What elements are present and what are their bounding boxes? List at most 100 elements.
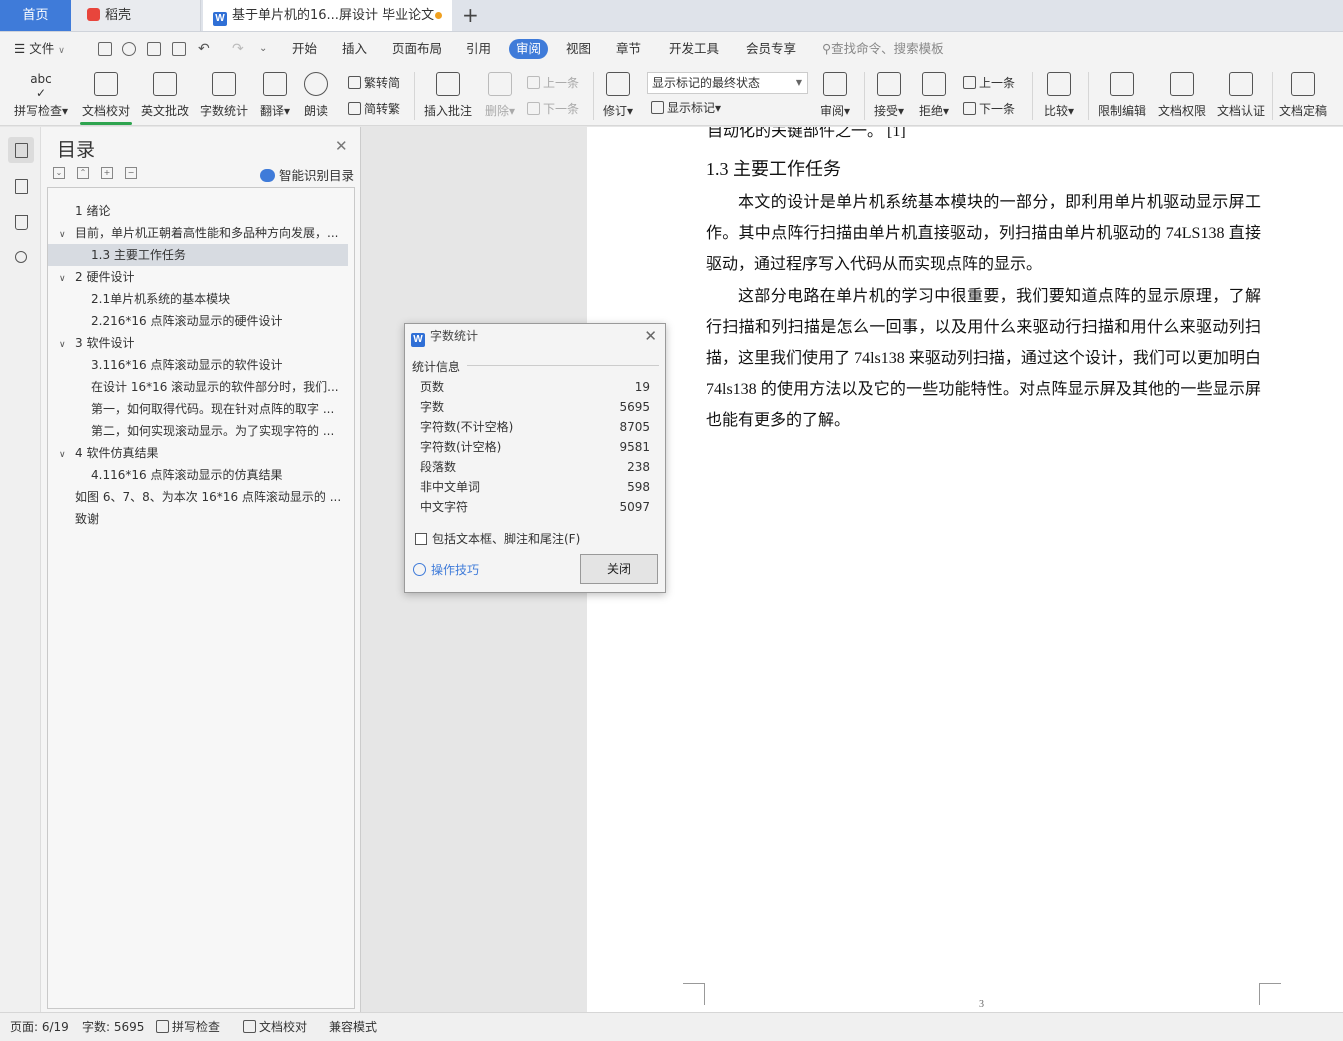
toc-item[interactable]: 2.1单片机系统的基本模块 [48, 288, 348, 310]
include-textbox-checkbox[interactable]: 包括文本框、脚注和尾注(F) [415, 530, 580, 547]
next-comment-button[interactable]: 下一条 [527, 98, 579, 120]
collapse-all-icon[interactable]: ⌄ [53, 167, 65, 179]
show-markup-label: 显示标记 [667, 101, 716, 115]
translate-button[interactable]: 翻译▾ [256, 66, 294, 126]
prev-comment-button[interactable]: 上一条 [527, 72, 579, 94]
delete-comment-label: 删除▾ [484, 104, 516, 118]
tips-link[interactable]: 操作技巧 [413, 561, 479, 578]
toc-item-label: 2 硬件设计 [75, 270, 135, 284]
new-tab-plus-icon[interactable]: + [462, 3, 479, 27]
remove-heading-icon[interactable]: − [125, 167, 137, 179]
compare-button[interactable]: 比较▾ [1040, 66, 1078, 126]
menu-page-layout[interactable]: 页面布局 [392, 32, 442, 66]
toc-item[interactable]: ∨ 3 软件设计 [48, 332, 348, 354]
markup-state-select[interactable]: 显示标记的最终状态 ▼ [647, 72, 808, 94]
read-aloud-button[interactable]: 朗读 [298, 66, 334, 126]
smart-toc-button[interactable]: 智能识别目录 [260, 165, 354, 184]
page-indicator[interactable]: 页面: 6/19 [10, 1013, 69, 1041]
toc-item[interactable]: ∨ 2 硬件设计 [48, 266, 348, 288]
expand-up-icon[interactable]: ⌃ [77, 167, 89, 179]
tab-daoke-label: 稻壳 [105, 8, 132, 23]
simp-to-trad-button[interactable]: 简转繁 [348, 98, 400, 120]
doc-rights-button[interactable]: 文档权限 [1155, 66, 1209, 126]
checkbox-box[interactable] [415, 533, 427, 545]
track-changes-button[interactable]: 修订▾ [600, 66, 636, 126]
print-icon[interactable] [147, 42, 161, 56]
next-change-button[interactable]: 下一条 [963, 98, 1015, 120]
toc-item[interactable]: 1.3 主要工作任务 [48, 244, 348, 266]
prev-change-button[interactable]: 上一条 [963, 72, 1015, 94]
lock-doc-icon [1110, 72, 1134, 96]
toc-item[interactable]: 3.116*16 点阵滚动显示的软件设计 [48, 354, 348, 376]
menu-reference[interactable]: 引用 [466, 32, 491, 66]
close-icon[interactable]: ✕ [335, 137, 348, 155]
close-icon[interactable]: ✕ [644, 327, 657, 345]
menu-chapter[interactable]: 章节 [616, 32, 641, 66]
export-icon[interactable] [122, 42, 136, 56]
toc-item[interactable]: ∨ 4 软件仿真结果 [48, 442, 348, 464]
chevron-down-icon[interactable]: ∨ [59, 444, 71, 464]
spell-check-status[interactable]: 拼写检查 [156, 1013, 220, 1041]
toc-item[interactable]: 2.216*16 点阵滚动显示的硬件设计 [48, 310, 348, 332]
toc-item[interactable]: 如图 6、7、8、为本次 16*16 点阵滚动显示的 ... [48, 486, 348, 508]
close-button[interactable]: 关闭 [580, 554, 658, 584]
stat-value: 598 [627, 480, 650, 494]
chevron-down-icon[interactable]: ∨ [59, 268, 71, 288]
chevron-down-icon[interactable]: ∨ [59, 334, 71, 354]
menu-review[interactable]: 审阅 [509, 39, 549, 59]
file-menu[interactable]: ☰ 文件 ∨ [14, 32, 65, 66]
menu-insert[interactable]: 插入 [342, 32, 367, 66]
doc-certify-button[interactable]: 文档认证 [1214, 66, 1268, 126]
word-count-icon [212, 72, 236, 96]
toc-item[interactable]: 第二，如何实现滚动显示。为了实现字符的 ... [48, 420, 348, 442]
toc-item[interactable]: ∨ 目前，单片机正朝着高性能和多品种方向发展，... [48, 222, 348, 244]
chevron-down-icon[interactable]: ∨ [59, 224, 71, 244]
accept-button[interactable]: 接受▾ [870, 66, 908, 126]
ribbon-separator [1032, 72, 1033, 120]
dialog-title: 字数统计 [430, 329, 479, 343]
reject-button[interactable]: 拒绝▾ [915, 66, 953, 126]
undo-icon[interactable]: ↶ [198, 32, 210, 66]
insert-comment-button[interactable]: 插入批注 [420, 66, 476, 126]
delete-comment-button[interactable]: 删除▾ [480, 66, 520, 126]
tab-daoke[interactable]: 稻壳 [71, 0, 201, 31]
save-icon[interactable] [98, 42, 112, 56]
restrict-edit-button[interactable]: 限制编辑 [1095, 66, 1149, 126]
trad-to-simp-button[interactable]: 繁转简 [348, 72, 400, 94]
bookmark-rail-button[interactable] [8, 209, 34, 235]
menu-dev-tools[interactable]: 开发工具 [669, 32, 719, 66]
menu-view[interactable]: 视图 [566, 32, 591, 66]
ribbon-separator [1088, 72, 1089, 120]
tab-home[interactable]: 首页 [0, 0, 71, 31]
review-pane-button[interactable]: 审阅▾ [816, 66, 854, 126]
doc-finalize-button[interactable]: 文档定稿 [1276, 66, 1330, 126]
toc-item[interactable]: 1 绪论 [48, 200, 348, 222]
toc-item-label: 3 软件设计 [75, 336, 135, 350]
chapter-rail-button[interactable] [8, 173, 34, 199]
add-heading-icon[interactable]: + [101, 167, 113, 179]
toc-rail-button[interactable] [8, 137, 34, 163]
toc-item[interactable]: 4.116*16 点阵滚动显示的仿真结果 [48, 464, 348, 486]
quick-access-dropdown-icon[interactable]: ⌄ [259, 32, 267, 66]
search-rail-button[interactable] [8, 245, 34, 271]
toc-item[interactable]: 第一，如何取得代码。现在针对点阵的取字 ... [48, 398, 348, 420]
english-review-button[interactable]: 英文批改 [138, 66, 192, 126]
doc-proof-status[interactable]: 文档校对 [243, 1013, 307, 1041]
show-markup-button[interactable]: 显示标记▾ [651, 97, 721, 119]
document-page[interactable]: 自动化的关键部件之一。 [1] 1.3 主要工作任务 本文的设计是单片机系统基本… [587, 127, 1343, 1012]
command-search[interactable]: ⚲查找命令、搜索模板 [822, 32, 944, 66]
redo-icon[interactable]: ↷ [232, 32, 244, 66]
toc-item[interactable]: 致谢 [48, 508, 348, 530]
stat-label: 字数 [420, 400, 445, 414]
menu-start[interactable]: 开始 [292, 32, 317, 66]
toc-item[interactable]: 在设计 16*16 滚动显示的软件部分时，我们... [48, 376, 348, 398]
word-count-button[interactable]: 字数统计 [197, 66, 251, 126]
toc-item-label: 1 绪论 [75, 204, 111, 218]
spell-check-button[interactable]: abc ✓ 拼写检查▾ [10, 66, 72, 126]
doc-proof-button[interactable]: 文档校对 [78, 66, 134, 126]
word-count-indicator[interactable]: 字数: 5695 [82, 1013, 144, 1041]
print-preview-icon[interactable] [172, 42, 186, 56]
prev-change-label: 上一条 [979, 76, 1016, 90]
tab-document[interactable]: W 基于单片机的16...屏设计 毕业论文 [203, 0, 452, 31]
menu-member[interactable]: 会员专享 [746, 32, 796, 66]
